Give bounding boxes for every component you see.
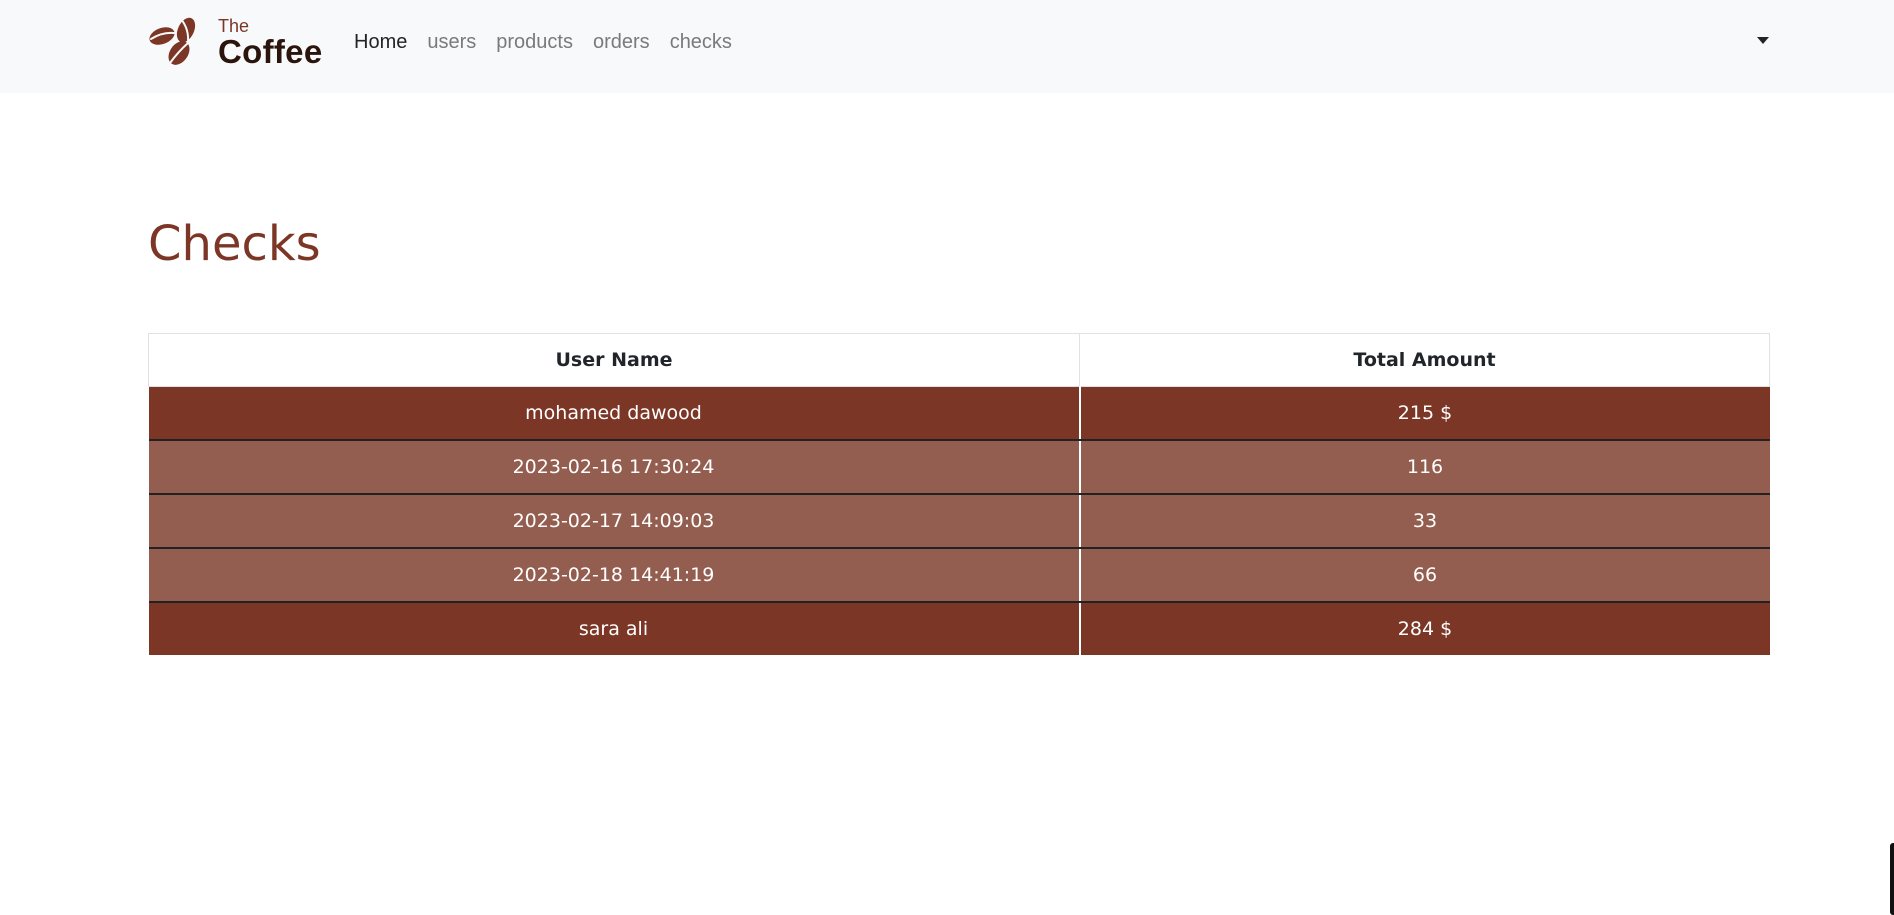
header-user-name: User Name xyxy=(148,333,1080,387)
header-total-amount: Total Amount xyxy=(1079,333,1770,387)
page-title: Checks xyxy=(148,216,321,272)
brand-home-link[interactable]: The Coffee xyxy=(148,16,322,70)
brand-text: The Coffee xyxy=(218,16,338,70)
scrollbar-handle[interactable] xyxy=(1890,843,1894,915)
check-amount-cell: 33 xyxy=(1079,494,1770,549)
check-row: 2023-02-17 14:09:03 33 xyxy=(148,494,1770,549)
navbar: The Coffee Home users products orders ch… xyxy=(0,0,1894,93)
user-row: sara ali 284 $ xyxy=(148,602,1770,655)
caret-down-icon xyxy=(1757,37,1769,44)
total-amount-cell: 284 $ xyxy=(1079,602,1770,655)
table-header-row: User Name Total Amount xyxy=(148,333,1770,387)
nav-link-products[interactable]: products xyxy=(496,31,573,54)
nav-link-checks[interactable]: checks xyxy=(670,31,732,54)
nav-link-home[interactable]: Home xyxy=(354,31,407,54)
user-name-cell: mohamed dawood xyxy=(148,386,1081,441)
check-amount-cell: 66 xyxy=(1079,548,1770,603)
total-amount-cell: 215 $ xyxy=(1079,386,1770,441)
nav-link-users[interactable]: users xyxy=(427,31,476,54)
user-row: mohamed dawood 215 $ xyxy=(148,386,1770,441)
checks-table-container: User Name Total Amount mohamed dawood 21… xyxy=(148,333,1770,655)
check-amount-cell: 116 xyxy=(1079,440,1770,495)
coffee-beans-icon xyxy=(149,17,196,65)
user-name-cell: sara ali xyxy=(148,602,1081,655)
checks-table: User Name Total Amount mohamed dawood 21… xyxy=(148,333,1770,655)
nav-links: Home users products orders checks xyxy=(354,28,752,56)
check-date-cell: 2023-02-17 14:09:03 xyxy=(148,494,1081,549)
check-row: 2023-02-18 14:41:19 66 xyxy=(148,548,1770,603)
check-date-cell: 2023-02-18 14:41:19 xyxy=(148,548,1081,603)
brand-name: Coffee xyxy=(218,33,323,70)
check-row: 2023-02-16 17:30:24 116 xyxy=(148,440,1770,495)
nav-link-orders[interactable]: orders xyxy=(593,31,650,54)
user-dropdown-toggle[interactable] xyxy=(1752,34,1772,48)
check-date-cell: 2023-02-16 17:30:24 xyxy=(148,440,1081,495)
